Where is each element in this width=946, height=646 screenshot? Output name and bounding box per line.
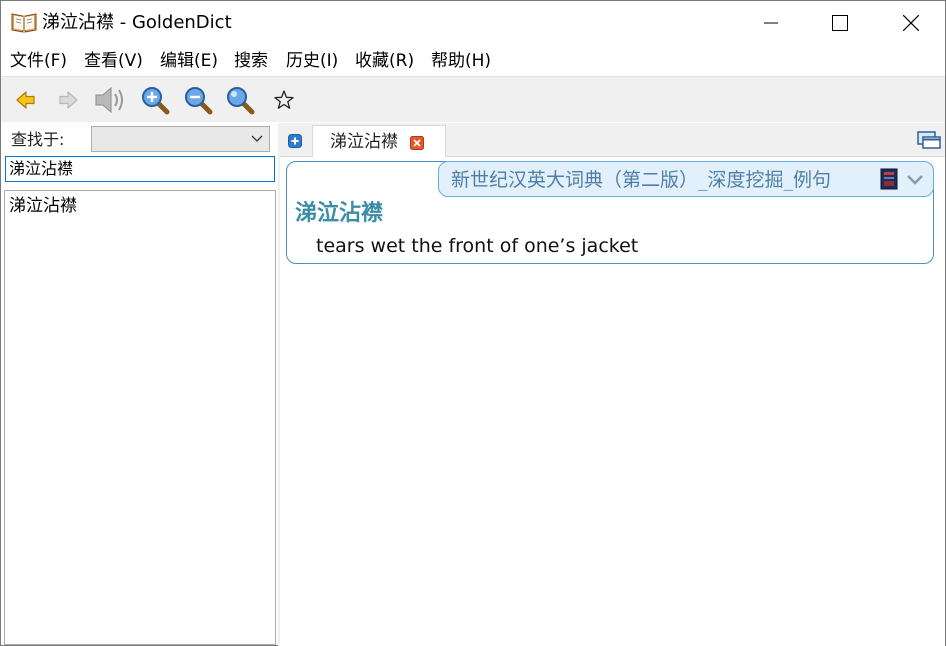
menu-bar: 文件(F) 查看(V) 编辑(E) 搜索 历史(I) 收藏(R) 帮助(H) bbox=[1, 47, 945, 75]
dictionary-header[interactable]: 新世纪汉英大词典（第二版）_深度挖掘_例句 bbox=[438, 161, 934, 197]
toolbar bbox=[1, 76, 945, 122]
dictionary-name: 新世纪汉英大词典（第二版）_深度挖掘_例句 bbox=[451, 169, 832, 191]
menu-search[interactable]: 搜索 bbox=[234, 49, 268, 73]
windows-list-icon bbox=[917, 131, 941, 149]
back-button[interactable] bbox=[9, 83, 43, 117]
menu-view[interactable]: 查看(V) bbox=[84, 49, 143, 73]
menu-history[interactable]: 历史(I) bbox=[286, 49, 338, 73]
menu-edit[interactable]: 编辑(E) bbox=[160, 49, 218, 73]
tabs-menu-button[interactable] bbox=[917, 130, 941, 150]
zoom-out-button[interactable] bbox=[181, 83, 215, 117]
maximize-icon bbox=[832, 15, 848, 31]
menu-file[interactable]: 文件(F) bbox=[10, 49, 67, 73]
lookin-label: 查找于: bbox=[11, 130, 65, 149]
tab-label: 涕泣沾襟 bbox=[330, 132, 398, 152]
window-title: 涕泣沾襟 - GoldenDict bbox=[42, 12, 232, 33]
list-item[interactable]: 涕泣沾襟 bbox=[9, 194, 77, 218]
menu-help[interactable]: 帮助(H) bbox=[431, 49, 491, 73]
plus-icon bbox=[288, 134, 302, 148]
zoom-reset-button[interactable] bbox=[223, 83, 257, 117]
collapse-article-button[interactable] bbox=[906, 172, 924, 188]
open-book-icon bbox=[11, 11, 37, 33]
forward-arrow-icon bbox=[59, 91, 78, 109]
close-tab-icon bbox=[410, 136, 424, 150]
word-list[interactable]: 涕泣沾襟 bbox=[4, 190, 276, 645]
zoom-in-button[interactable] bbox=[138, 83, 172, 117]
tab-current[interactable]: 涕泣沾襟 bbox=[312, 125, 446, 158]
speaker-icon bbox=[95, 86, 123, 114]
chevron-down-icon bbox=[907, 175, 923, 185]
maximize-button[interactable] bbox=[817, 1, 863, 45]
definition-text: tears wet the front of one’s jacket bbox=[316, 235, 639, 257]
goldendict-window: 涕泣沾襟 - GoldenDict 文件(F) 查看(V) 编辑(E) 搜索 历… bbox=[0, 0, 946, 646]
tab-close-button[interactable] bbox=[410, 135, 424, 150]
tab-bar: 涕泣沾襟 bbox=[280, 123, 945, 158]
forward-button[interactable] bbox=[51, 83, 85, 117]
zoom-in-icon bbox=[142, 87, 170, 115]
dictionary-article: 新世纪汉英大词典（第二版）_深度挖掘_例句 涕泣沾襟 tears wet the… bbox=[286, 161, 934, 264]
minimize-icon bbox=[764, 22, 778, 24]
add-favorite-button[interactable] bbox=[267, 83, 301, 117]
zoom-reset-icon bbox=[227, 87, 255, 115]
pronounce-button[interactable] bbox=[94, 83, 128, 117]
headword: 涕泣沾襟 bbox=[295, 201, 384, 226]
dictionary-book-icon bbox=[880, 168, 898, 190]
zoom-out-icon bbox=[185, 87, 213, 115]
article-view: 新世纪汉英大词典（第二版）_深度挖掘_例句 涕泣沾襟 tears wet the… bbox=[280, 157, 945, 646]
chevron-down-icon bbox=[251, 135, 263, 142]
star-icon bbox=[274, 90, 294, 109]
minimize-button[interactable] bbox=[748, 1, 794, 45]
new-tab-button[interactable] bbox=[288, 133, 302, 148]
title-bar: 涕泣沾襟 - GoldenDict bbox=[1, 1, 945, 45]
close-icon bbox=[903, 15, 919, 31]
close-button[interactable] bbox=[888, 1, 934, 45]
menu-favorites[interactable]: 收藏(R) bbox=[355, 49, 414, 73]
back-arrow-icon bbox=[16, 91, 35, 109]
search-input[interactable]: 涕泣沾襟 bbox=[5, 156, 275, 182]
lookin-dropdown[interactable] bbox=[91, 126, 270, 152]
